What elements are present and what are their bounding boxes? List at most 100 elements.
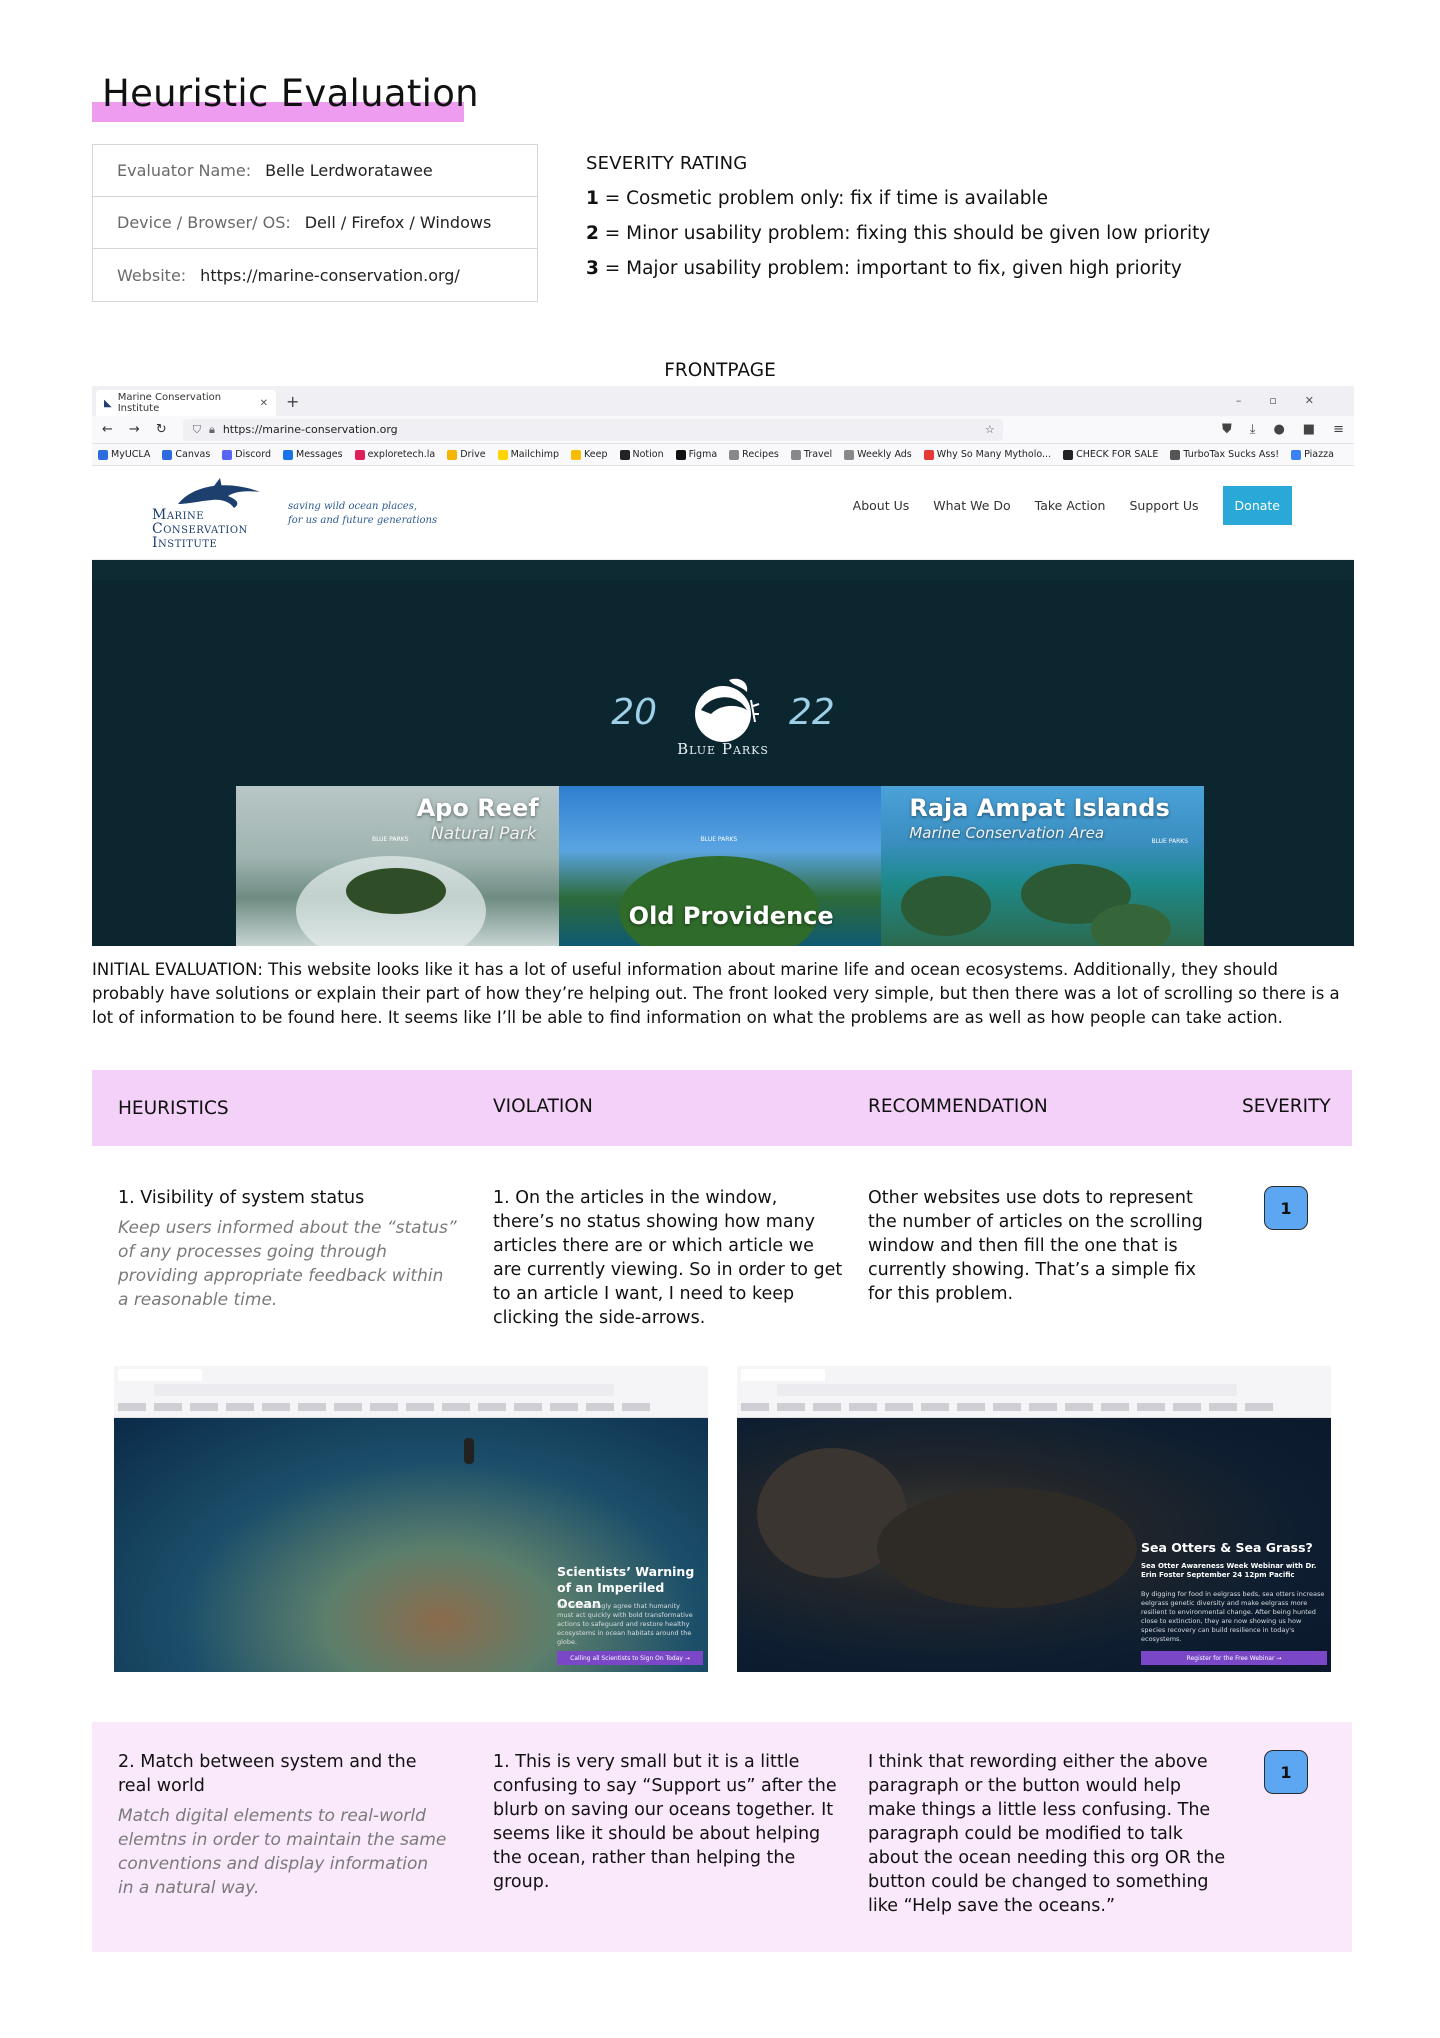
bookmark-label: TurboTax Sucks Ass! xyxy=(1183,449,1280,460)
row-2-violation: 1. This is very small but it is a little… xyxy=(493,1752,837,1892)
row-1-violation: 1. On the articles in the window, there’… xyxy=(493,1188,843,1328)
website-value: https://marine-conservation.org/ xyxy=(200,265,460,285)
nav-support-us[interactable]: Support Us xyxy=(1129,498,1198,513)
article-cta-button[interactable]: Register for the Free Webinar → xyxy=(1141,1651,1327,1665)
bookmark-favicon-icon xyxy=(790,449,801,460)
bookmark-label: Figma xyxy=(688,449,718,460)
bookmark-label: Messages xyxy=(296,449,343,460)
row-2-severity-badge: 1 xyxy=(1264,1750,1308,1794)
browser-tab[interactable]: ◣ Marine Conservation Institute ✕ xyxy=(96,390,276,416)
bookmark-favicon-icon xyxy=(1291,449,1302,460)
device-label: Device / Browser/ OS: xyxy=(117,213,291,232)
website-label: Website: xyxy=(117,265,187,285)
nav-what-we-do[interactable]: What We Do xyxy=(933,498,1010,513)
bookmark-item[interactable]: Piazza xyxy=(1291,449,1334,460)
bookmark-item[interactable]: exploretech.la xyxy=(354,449,436,460)
site-logo[interactable]: Marine Conservation Institute xyxy=(152,478,272,552)
hero-year-left: 20 xyxy=(611,691,657,733)
bookmark-item[interactable]: Discord xyxy=(222,449,271,460)
park-badge: BLUE PARKS xyxy=(372,836,409,843)
bookmark-item[interactable]: Notion xyxy=(619,449,664,460)
article-body: We resoundingly agree that humanity must… xyxy=(557,1602,693,1646)
extension-icon[interactable]: ■ xyxy=(1303,422,1315,437)
nav-about-us[interactable]: About Us xyxy=(853,498,910,513)
park-card-old-providence[interactable]: Old Providence BLUE PARKS xyxy=(558,786,882,946)
bookmark-item[interactable]: MyUCLA xyxy=(98,449,150,460)
park-name: Raja Ampat Islands xyxy=(909,794,1170,822)
bookmark-item[interactable]: CHECK FOR SALE xyxy=(1063,449,1158,460)
hero-banner: 20 22 Blue Parks Apo Reef Natural Park B… xyxy=(92,580,1354,946)
bookmark-item[interactable]: Recipes xyxy=(729,449,779,460)
bookmark-item[interactable]: Figma xyxy=(675,449,718,460)
website-row: Website: https://marine-conservation.org… xyxy=(93,249,537,301)
bookmark-favicon-icon xyxy=(619,449,630,460)
park-subtitle: Natural Park xyxy=(431,824,537,844)
evaluator-row: Evaluator Name: Belle Lerdworatawee xyxy=(93,145,537,197)
bookmark-label: Travel xyxy=(803,449,833,460)
page-title: Heuristic Evaluation xyxy=(102,72,479,115)
mini-browser-chrome xyxy=(114,1366,708,1418)
bookmark-item[interactable]: Keep xyxy=(571,449,608,460)
severity-item-2: 2 = Minor usability problem: fixing this… xyxy=(586,216,1210,251)
mini-browser-chrome xyxy=(737,1366,1331,1418)
new-tab-icon[interactable]: + xyxy=(286,392,299,411)
bookmark-item[interactable]: Weekly Ads xyxy=(844,449,912,460)
bookmarks-bar: MyUCLA Canvas Discord Messages exploretech.l… xyxy=(92,444,1354,466)
menu-icon[interactable]: ≡ xyxy=(1333,422,1344,437)
donate-button[interactable]: Donate xyxy=(1222,486,1292,525)
park-carousel[interactable]: Apo Reef Natural Park BLUE PARKS Old Pro… xyxy=(236,786,1205,946)
evaluator-label: Evaluator Name: xyxy=(117,161,252,180)
bookmark-favicon-icon xyxy=(222,449,233,460)
reload-icon[interactable]: ↻ xyxy=(156,422,167,437)
nav-take-action[interactable]: Take Action xyxy=(1035,498,1106,513)
url-bar[interactable]: ⛉ 🔒︎ https://marine-conservation.org ☆ xyxy=(182,418,1003,441)
bookmark-favicon-icon xyxy=(571,449,582,460)
site-tagline: saving wild ocean places, for us and fut… xyxy=(288,500,437,528)
bookmark-item[interactable]: TurboTax Sucks Ass! xyxy=(1170,449,1279,460)
site-nav: About Us What We Do Take Action Support … xyxy=(853,486,1292,525)
park-card-raja-ampat[interactable]: Raja Ampat Islands Marine Conservation A… xyxy=(881,786,1205,946)
island-shape xyxy=(901,876,992,936)
park-name: Apo Reef xyxy=(416,794,539,822)
row-1-severity-badge: 1 xyxy=(1264,1186,1308,1230)
heuristic-description: Keep users informed about the “status” o… xyxy=(118,1218,457,1310)
logo-line: Marine xyxy=(152,507,205,523)
bookmark-label: Mailchimp xyxy=(510,449,560,460)
severity-item-1: 1 = Cosmetic problem only: fix if time i… xyxy=(586,181,1210,216)
island-shape xyxy=(618,856,819,946)
window-controls[interactable]: –▫✕ xyxy=(1236,394,1342,407)
download-icon[interactable]: ⤓ xyxy=(1250,422,1256,437)
bookmark-favicon-icon xyxy=(1063,449,1074,460)
pocket-icon[interactable]: ⛊ xyxy=(1222,422,1232,437)
severity-item-3: 3 = Major usability problem: important t… xyxy=(586,251,1210,286)
forward-icon[interactable]: → xyxy=(129,422,140,437)
island-shape xyxy=(1091,904,1172,946)
bookmark-item[interactable]: Canvas xyxy=(162,449,210,460)
bookmark-item[interactable]: Mailchimp xyxy=(497,449,560,460)
title-block: Heuristic Evaluation xyxy=(92,72,479,122)
park-card-apo-reef[interactable]: Apo Reef Natural Park BLUE PARKS xyxy=(236,786,559,946)
bookmark-item[interactable]: Messages xyxy=(283,449,343,460)
browser-tab-bar: ◣ Marine Conservation Institute ✕ + –▫✕ xyxy=(92,386,1354,416)
bookmark-label: Discord xyxy=(235,449,272,460)
close-tab-icon[interactable]: ✕ xyxy=(260,398,268,409)
site-header: Marine Conservation Institute saving wil… xyxy=(92,466,1354,560)
bookmark-label: Notion xyxy=(632,449,664,460)
diver-shape xyxy=(464,1438,474,1464)
bookmark-favicon-icon xyxy=(354,449,365,460)
bookmark-label: Drive xyxy=(460,449,486,460)
shield-icon: ⛉ xyxy=(192,422,201,436)
logo-line: Conservation xyxy=(152,521,248,537)
bookmark-item[interactable]: Drive xyxy=(447,449,486,460)
article-cta-button[interactable]: Calling all Scientists to Sign On Today … xyxy=(557,1651,703,1665)
bookmark-label: exploretech.la xyxy=(367,449,436,460)
bookmark-favicon-icon xyxy=(162,449,173,460)
bookmark-item[interactable]: Travel xyxy=(790,449,833,460)
bookmark-star-icon[interactable]: ☆ xyxy=(985,423,995,436)
back-icon[interactable]: ← xyxy=(102,422,113,437)
bookmark-item[interactable]: Why So Many Mytholo... xyxy=(923,449,1051,460)
severity-text: = Minor usability problem: fixing this s… xyxy=(598,223,1211,244)
mini-url xyxy=(154,1384,614,1396)
extension-icon[interactable]: ● xyxy=(1273,422,1284,437)
logo-line: Institute xyxy=(152,535,218,551)
